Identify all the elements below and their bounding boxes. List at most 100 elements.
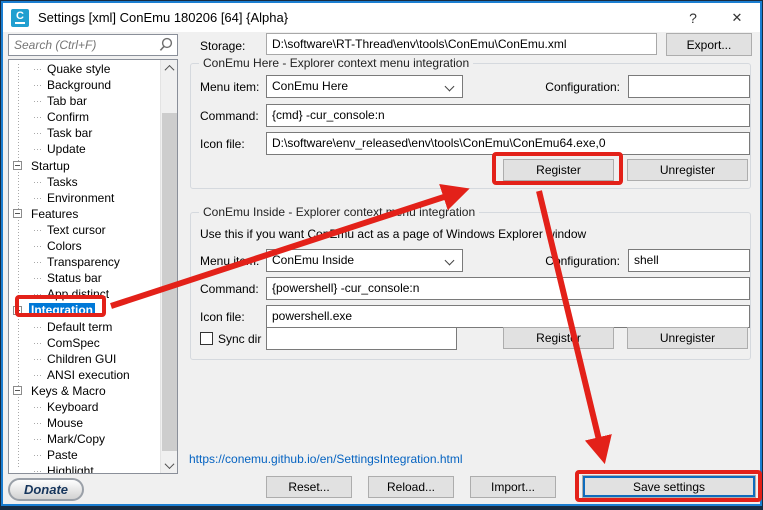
tree-item-background[interactable]: Background — [9, 77, 160, 93]
scroll-thumb[interactable] — [162, 113, 177, 451]
tree-item-comspec[interactable]: ComSpec — [9, 335, 160, 351]
tree-collapse-icon[interactable] — [13, 209, 22, 218]
settings-integration-link[interactable]: https://conemu.github.io/en/SettingsInte… — [189, 452, 463, 466]
tree-item-integration[interactable]: Integration — [9, 302, 160, 318]
tree-item-status-bar[interactable]: Status bar — [9, 270, 160, 286]
tree-item-paste[interactable]: Paste — [9, 447, 160, 463]
settings-tree[interactable]: Quake style BackgroundTab barConfirm Task … — [8, 59, 178, 474]
settings-window: C Settings [xml] ConEmu 180206 [64] {Alp… — [1, 1, 762, 506]
tree-item-mouse[interactable]: Mouse — [9, 415, 160, 431]
tree-item-quake-style[interactable]: Quake style — [9, 61, 160, 77]
tree-item-keyboard[interactable]: Keyboard — [9, 399, 160, 415]
tree-item-task-bar[interactable]: Task bar — [9, 125, 160, 141]
tree-item-label: Text cursor — [45, 223, 108, 237]
tree-item-startup[interactable]: Startup — [9, 158, 160, 174]
tree-item-tab-bar[interactable]: Tab bar — [9, 93, 160, 109]
icon-file-field[interactable]: D:\software\env_released\env\tools\ConEm… — [266, 132, 750, 155]
configuration-field[interactable] — [628, 75, 750, 98]
tree-item-label: Keys & Macro — [29, 384, 108, 398]
help-button[interactable]: ? — [676, 3, 710, 32]
tree-scrollbar[interactable] — [160, 60, 177, 473]
close-button[interactable]: ✕ — [720, 3, 754, 32]
unregister-button[interactable]: Unregister — [627, 159, 748, 181]
inside-unregister-button[interactable]: Unregister — [627, 327, 748, 349]
tree-item-label: Update — [45, 142, 88, 156]
tree-item-children-gui[interactable]: Children GUI — [9, 351, 160, 367]
register-button[interactable]: Register — [503, 159, 614, 181]
menu-item-dropdown[interactable]: ConEmu Here — [266, 75, 463, 98]
inside-menu-item-value: ConEmu Inside — [272, 253, 354, 267]
menu-item-label: Menu item: — [200, 80, 259, 94]
tree-item-label: Startup — [29, 159, 72, 173]
tree-item-label: Environment — [45, 191, 116, 205]
reload-button[interactable]: Reload... — [368, 476, 454, 498]
command-label: Command: — [200, 109, 259, 123]
inside-icon-file-field[interactable]: powershell.exe — [266, 305, 750, 328]
tree-item-label: Quake style — [45, 62, 112, 76]
tree-item-label: Features — [29, 207, 80, 221]
chevron-down-icon — [445, 256, 455, 266]
search-box[interactable] — [8, 34, 178, 56]
tree-collapse-icon[interactable] — [13, 386, 22, 395]
tree-item-label: Integration — [29, 303, 95, 317]
chevron-down-icon — [445, 82, 455, 92]
inside-menu-item-dropdown[interactable]: ConEmu Inside — [266, 249, 463, 272]
tree-item-label: Paste — [45, 448, 80, 462]
titlebar: C Settings [xml] ConEmu 180206 [64] {Alp… — [3, 3, 760, 32]
search-input[interactable] — [9, 38, 157, 52]
sync-dir-label: Sync dir — [218, 332, 261, 346]
sync-dir-checkbox[interactable] — [200, 332, 213, 345]
inside-register-button[interactable]: Register — [503, 327, 614, 349]
tree-item-keys-macro[interactable]: Keys & Macro — [9, 383, 160, 399]
command-field[interactable]: {cmd} -cur_console:n — [266, 104, 750, 127]
tree-item-label: Highlight — [45, 464, 96, 474]
scroll-up-icon[interactable] — [161, 60, 178, 76]
tree-item-label: Confirm — [45, 110, 91, 124]
conemu-here-group-title: ConEmu Here - Explorer context menu inte… — [199, 56, 473, 70]
export-button[interactable]: Export... — [666, 33, 752, 56]
tree-item-label: Transparency — [45, 255, 122, 269]
inside-description: Use this if you want ConEmu act as a pag… — [200, 227, 586, 241]
tree-item-label: ANSI execution — [45, 368, 132, 382]
storage-field[interactable]: D:\software\RT-Thread\env\tools\ConEmu\C… — [266, 33, 657, 55]
inside-icon-file-label: Icon file: — [200, 310, 245, 324]
tree-item-mark-copy[interactable]: Mark/Copy — [9, 431, 160, 447]
tree-item-app-distinct[interactable]: App distinct — [9, 286, 160, 302]
tree-collapse-icon[interactable] — [13, 306, 22, 315]
tree-item-features[interactable]: Features — [9, 206, 160, 222]
import-button[interactable]: Import... — [470, 476, 556, 498]
tree-item-label: Status bar — [45, 271, 104, 285]
tree-item-ansi-execution[interactable]: ANSI execution — [9, 367, 160, 383]
inside-menu-item-label: Menu item: — [200, 254, 259, 268]
tree-item-label: Colors — [45, 239, 84, 253]
donate-button[interactable]: Donate — [8, 478, 84, 501]
icon-file-label: Icon file: — [200, 137, 245, 151]
tree-item-update[interactable]: Update — [9, 141, 160, 157]
save-settings-button[interactable]: Save settings — [582, 475, 756, 498]
scroll-down-icon[interactable] — [161, 457, 178, 473]
search-icon — [157, 36, 175, 54]
tree-item-text-cursor[interactable]: Text cursor — [9, 222, 160, 238]
tree-item-label: Background — [45, 78, 113, 92]
storage-label: Storage: — [200, 39, 245, 53]
tree-item-colors[interactable]: Colors — [9, 238, 160, 254]
sync-dir-field[interactable] — [266, 327, 457, 350]
tree-item-label: Mark/Copy — [45, 432, 107, 446]
tree-item-environment[interactable]: Environment — [9, 190, 160, 206]
tree-item-label: Task bar — [45, 126, 94, 140]
menu-item-value: ConEmu Here — [272, 79, 348, 93]
tree-item-highlight[interactable]: Highlight — [9, 463, 160, 474]
inside-configuration-field[interactable]: shell — [628, 249, 750, 272]
window-title: Settings [xml] ConEmu 180206 [64] {Alpha… — [38, 10, 288, 25]
tree-item-confirm[interactable]: Confirm — [9, 109, 160, 125]
tree-item-label: Mouse — [45, 416, 85, 430]
configuration-label: Configuration: — [513, 80, 620, 94]
inside-command-field[interactable]: {powershell} -cur_console:n — [266, 277, 750, 300]
tree-collapse-icon[interactable] — [13, 161, 22, 170]
tree-item-tasks[interactable]: Tasks — [9, 174, 160, 190]
conemu-inside-group-title: ConEmu Inside - Explorer context menu in… — [199, 205, 479, 219]
tree-item-transparency[interactable]: Transparency — [9, 254, 160, 270]
inside-configuration-label: Configuration: — [513, 254, 620, 268]
reset-button[interactable]: Reset... — [266, 476, 352, 498]
tree-item-default-term[interactable]: Default term — [9, 319, 160, 335]
